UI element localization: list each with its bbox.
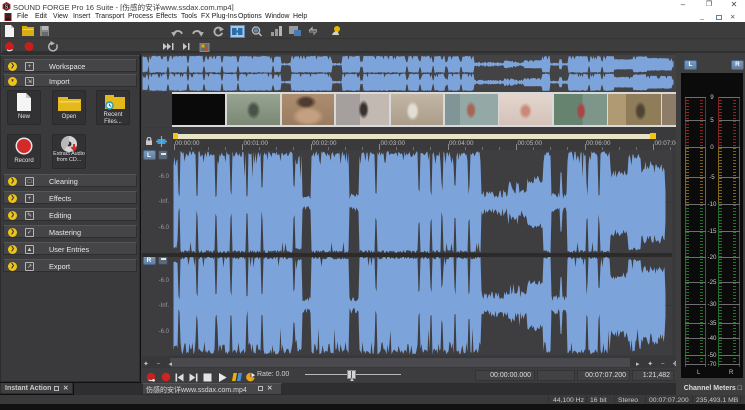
svg-text:S: S xyxy=(5,4,9,10)
